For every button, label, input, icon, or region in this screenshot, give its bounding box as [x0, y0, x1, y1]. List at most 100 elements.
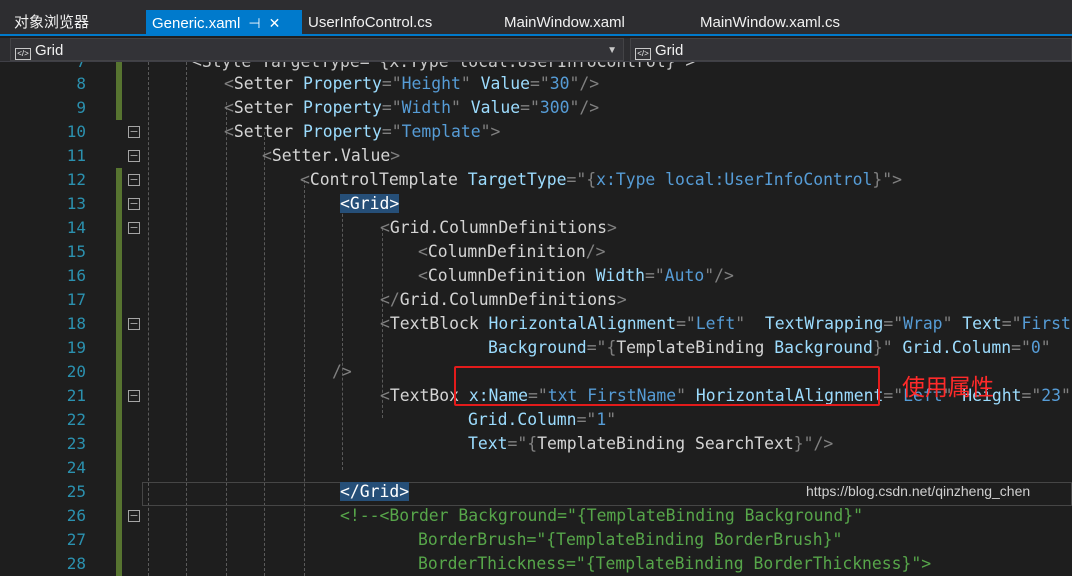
line-number: 11 — [66, 146, 86, 165]
line-number: 8 — [76, 74, 86, 93]
code-line[interactable]: 16 <ColumnDefinition Width="Auto"/> — [0, 264, 1072, 288]
code-text: <Setter Property="Height" Value="30"/> — [224, 72, 599, 96]
code-token: Setter — [233, 122, 294, 141]
code-token: " — [1061, 386, 1071, 405]
nav-dropdown-right[interactable]: </> Grid — [630, 38, 1072, 61]
tab-mainwindow-xaml-cs[interactable]: MainWindow.xaml.cs — [694, 10, 846, 36]
line-number: 19 — [66, 338, 86, 357]
code-line[interactable]: 17 </Grid.ColumnDefinitions> — [0, 288, 1072, 312]
grid-icon: </> — [635, 48, 651, 60]
code-token: { — [606, 338, 617, 357]
fold-toggle-icon[interactable]: − — [128, 390, 140, 402]
code-token: =" — [381, 122, 402, 141]
code-line[interactable]: 13 − <Grid> — [0, 192, 1072, 216]
tab-object-browser[interactable]: 对象浏览器 — [8, 10, 95, 36]
code-token: /> — [585, 242, 606, 261]
change-indicator — [116, 288, 122, 312]
code-line[interactable]: 22 Grid.Column="1" — [0, 408, 1072, 432]
code-line[interactable]: 10 − <Setter Property="Template"> — [0, 120, 1072, 144]
code-token: Setter.Value — [271, 146, 391, 165]
fold-toggle-icon[interactable]: − — [128, 174, 140, 186]
fold-toggle-icon[interactable]: − — [128, 150, 140, 162]
line-number: 15 — [66, 242, 86, 261]
code-token: " — [803, 434, 814, 453]
code-text: </Grid.ColumnDefinitions> — [380, 288, 627, 312]
code-token: " — [1040, 338, 1051, 357]
code-text: <Setter Property="Template"> — [224, 120, 500, 144]
code-token: =" — [644, 266, 665, 285]
code-token: < — [380, 218, 390, 237]
code-token: Text — [952, 314, 1002, 333]
code-token: < — [380, 386, 390, 405]
code-token: Left — [695, 314, 736, 333]
code-text: </Grid> — [340, 480, 410, 504]
code-token: TextBlock — [389, 314, 479, 333]
code-token: Property — [293, 74, 382, 93]
code-line[interactable]: 8 <Setter Property="Height" Value="30"/> — [0, 72, 1072, 96]
change-indicator — [116, 552, 122, 576]
fold-toggle-icon[interactable]: − — [128, 198, 140, 210]
code-line[interactable]: 27 BorderBrush="{TemplateBinding BorderBr… — [0, 528, 1072, 552]
tab-label: 对象浏览器 — [14, 14, 90, 31]
pin-icon[interactable]: ⊣ — [248, 10, 260, 36]
code-token: x:Type — [596, 170, 656, 189]
code-token: > — [490, 122, 501, 141]
code-token: Width — [585, 266, 645, 285]
code-token: > — [616, 290, 627, 309]
line-number: 16 — [66, 266, 86, 285]
fold-toggle-icon[interactable]: − — [128, 510, 140, 522]
code-line[interactable]: 18− <TextBlock HorizontalAlignment="Left"… — [0, 312, 1072, 336]
code-line[interactable]: 12 − <ControlTemplate TargetType="{x:Type … — [0, 168, 1072, 192]
code-token: 1 — [596, 410, 607, 429]
code-token: BorderBrush="{TemplateBinding BorderBrus… — [418, 530, 843, 549]
fold-toggle-icon[interactable]: − — [128, 126, 140, 138]
change-indicator — [116, 240, 122, 264]
code-text: <Setter.Value> — [262, 144, 400, 168]
change-indicator — [116, 72, 122, 96]
code-line[interactable]: 9 <Setter Property="Width" Value="300"/> — [0, 96, 1072, 120]
change-indicator — [116, 360, 122, 384]
fold-toggle-icon[interactable]: − — [128, 318, 140, 330]
tab-userinfocontrol-cs[interactable]: UserInfoControl.cs — [302, 10, 438, 36]
code-token: < — [224, 74, 234, 93]
code-text: Background="{TemplateBinding Background}… — [488, 336, 1051, 360]
code-token: > — [892, 170, 903, 189]
code-text: <ControlTemplate TargetType="{x:Type loc… — [300, 168, 902, 192]
code-token: 23 — [1041, 386, 1062, 405]
line-number: 27 — [66, 530, 86, 549]
line-number: 24 — [66, 458, 86, 477]
code-token: Grid.ColumnDefinitions — [389, 218, 607, 237]
line-number: 20 — [66, 362, 86, 381]
code-token: </ — [380, 290, 400, 309]
code-token: /> — [813, 434, 834, 453]
code-token: <!--<Border Background="{TemplateBinding… — [340, 506, 864, 525]
code-line[interactable]: 15 <ColumnDefinition/> — [0, 240, 1072, 264]
close-icon[interactable]: ✕ — [269, 10, 281, 36]
code-text: <ColumnDefinition/> — [418, 240, 606, 264]
tab-generic-xaml[interactable]: Generic.xaml ⊣ ✕ — [146, 10, 302, 36]
code-token: =" — [381, 98, 402, 117]
code-token: =" — [520, 98, 540, 117]
watermark: https://blog.csdn.net/qinzheng_chen — [806, 483, 1031, 499]
change-indicator — [116, 168, 122, 192]
code-text: <Grid.ColumnDefinitions> — [380, 216, 617, 240]
fold-toggle-icon[interactable]: − — [128, 222, 140, 234]
code-line[interactable]: 28 BorderThickness="{TemplateBinding Bord… — [0, 552, 1072, 576]
code-text: <Grid> — [340, 192, 400, 216]
code-line[interactable]: 24 — [0, 456, 1072, 480]
change-indicator — [116, 216, 122, 240]
code-token: " — [882, 338, 893, 357]
code-line[interactable]: 14 − <Grid.ColumnDefinitions> — [0, 216, 1072, 240]
code-token: Grid.Column — [468, 410, 577, 429]
line-number: 13 — [66, 194, 86, 213]
code-token: Background — [488, 338, 587, 357]
code-token: BorderThickness="{TemplateBinding Border… — [418, 554, 932, 573]
code-line[interactable]: 11 − <Setter.Value> — [0, 144, 1072, 168]
code-line[interactable]: 23 Text="{TemplateBinding SearchText}"/> — [0, 432, 1072, 456]
change-indicator — [116, 264, 122, 288]
nav-dropdown-left[interactable]: </> Grid ▼ — [10, 38, 624, 61]
code-line[interactable]: 19 Background="{TemplateBinding Backgroun… — [0, 336, 1072, 360]
tab-mainwindow-xaml[interactable]: MainWindow.xaml — [498, 10, 631, 36]
code-token: " — [882, 170, 893, 189]
code-line[interactable]: 26 − <!--<Border Background="{TemplateBind… — [0, 504, 1072, 528]
